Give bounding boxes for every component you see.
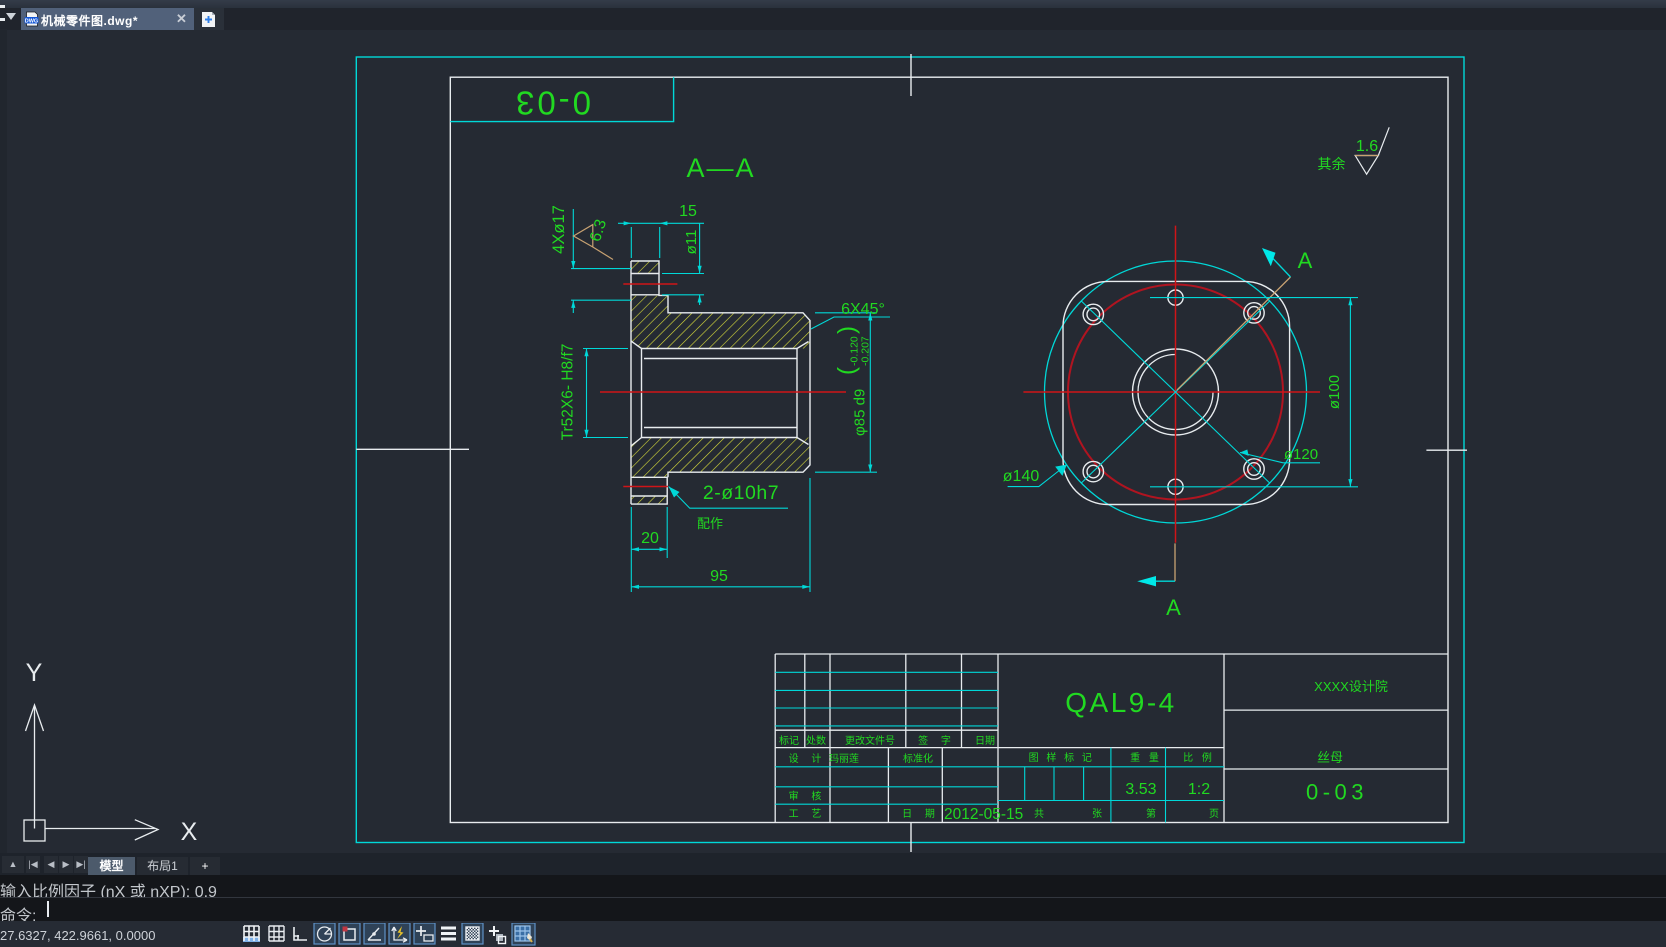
svg-text:共: 共 [1034, 808, 1044, 820]
svg-text:玛丽莲: 玛丽莲 [829, 753, 859, 765]
svg-text:Tr52X6- H8/f7: Tr52X6- H8/f7 [560, 344, 577, 441]
svg-text:配作: 配作 [697, 516, 723, 531]
svg-text:比 例: 比 例 [1183, 751, 1215, 764]
svg-text:0-03: 0-03 [1306, 780, 1368, 805]
svg-text:签 字: 签 字 [918, 734, 956, 747]
svg-text:页: 页 [1209, 808, 1219, 820]
svg-text:XXXX设计院: XXXX设计院 [1314, 679, 1388, 694]
svg-text:4Xø17: 4Xø17 [550, 205, 568, 254]
svg-text:ø140: ø140 [1003, 468, 1040, 485]
svg-text:标准化: 标准化 [903, 752, 933, 765]
svg-text:丝母: 丝母 [1317, 750, 1343, 765]
svg-text:工 艺: 工 艺 [789, 808, 827, 820]
svg-text:QAL9-4: QAL9-4 [1065, 687, 1177, 718]
svg-text:1.6: 1.6 [1356, 138, 1378, 155]
svg-text:日期: 日期 [975, 735, 995, 747]
svg-text:0-03: 0-03 [513, 84, 591, 121]
svg-text:(: ( [833, 367, 860, 375]
svg-text:ø100: ø100 [1326, 375, 1343, 409]
svg-text:其余: 其余 [1318, 156, 1346, 172]
svg-text:ø120: ø120 [1284, 446, 1318, 463]
svg-text:第: 第 [1146, 807, 1156, 820]
svg-text:图 样 标 记: 图 样 标 记 [1029, 751, 1095, 764]
svg-text:15: 15 [679, 203, 697, 220]
svg-text:Y: Y [26, 659, 43, 687]
svg-text:2-ø10h7: 2-ø10h7 [703, 482, 779, 504]
svg-text:标记: 标记 [779, 735, 799, 747]
svg-text:-0.207: -0.207 [859, 336, 871, 366]
svg-text:审 核: 审 核 [789, 790, 827, 803]
svg-text:): ) [833, 326, 860, 334]
svg-text:重 量: 重 量 [1130, 751, 1162, 764]
svg-text:1:2: 1:2 [1188, 781, 1210, 798]
svg-text:A: A [1298, 248, 1313, 273]
svg-text:张: 张 [1092, 808, 1102, 820]
svg-text:日 期: 日 期 [902, 808, 940, 820]
svg-text:6.3: 6.3 [587, 217, 610, 244]
svg-text:95: 95 [710, 568, 728, 585]
svg-text:处数: 处数 [806, 734, 826, 747]
svg-text:X: X [181, 818, 198, 846]
svg-text:A—A: A—A [686, 153, 755, 183]
svg-text:6X45°: 6X45° [841, 301, 885, 318]
svg-text:3.53: 3.53 [1125, 781, 1156, 798]
svg-text:更改文件号: 更改文件号 [845, 734, 895, 747]
svg-text:ø11: ø11 [683, 230, 700, 255]
svg-text:φ85 d9: φ85 d9 [851, 389, 868, 436]
svg-text:设 计: 设 计 [789, 752, 827, 765]
svg-text:A: A [1166, 595, 1181, 620]
svg-text:2012-05-15: 2012-05-15 [944, 806, 1023, 823]
svg-text:20: 20 [641, 530, 659, 547]
